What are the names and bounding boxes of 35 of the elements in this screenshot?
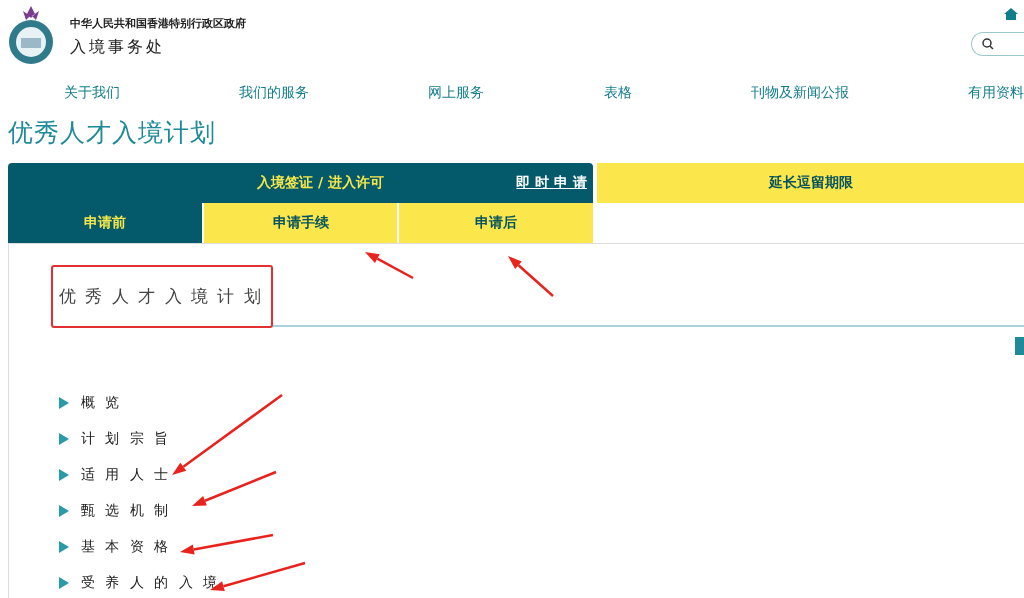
triangle-icon xyxy=(59,433,69,445)
list-link[interactable]: 受 养 人 的 入 境 xyxy=(59,573,1024,593)
subtab[interactable]: 申请后 xyxy=(397,203,593,243)
list-link[interactable]: 计 划 宗 旨 xyxy=(59,429,1024,449)
triangle-icon xyxy=(59,541,69,553)
triangle-icon xyxy=(59,469,69,481)
triangle-icon xyxy=(59,505,69,517)
triangle-icon xyxy=(59,577,69,589)
annotation-arrow xyxy=(365,252,414,280)
list-link[interactable]: 适 用 人 士 xyxy=(59,465,1024,485)
emblem-icon xyxy=(6,4,56,66)
triangle-icon xyxy=(59,397,69,409)
department-name: 入境事务处 xyxy=(70,37,166,58)
apply-link[interactable]: 即 时 申 请 xyxy=(516,174,587,192)
nav-link[interactable]: 我们的服务 xyxy=(239,84,310,102)
nav-link[interactable]: 有用资料 xyxy=(967,84,1024,102)
subtab[interactable]: 申请手续 xyxy=(201,203,398,243)
tab[interactable]: 入境签证 / 进入许可 即 时 申 请 xyxy=(8,163,593,203)
list-link[interactable]: 甄 选 机 制 xyxy=(59,501,1024,521)
nav-link[interactable]: 网上服务 xyxy=(428,84,485,102)
nav-link[interactable]: 关于我们 xyxy=(64,84,120,102)
tab-label: 延长逗留期限 xyxy=(768,174,853,192)
home-icon[interactable] xyxy=(1004,8,1018,20)
nav-link[interactable]: 刊物及新闻公报 xyxy=(750,84,849,102)
page-title: 优秀人才入境计划 xyxy=(8,117,217,149)
square-icon xyxy=(1015,337,1024,355)
tab[interactable]: 延长逗留期限 xyxy=(597,163,1024,203)
search-icon xyxy=(982,38,994,50)
list-link[interactable]: 概 览 xyxy=(59,393,1024,413)
list-link[interactable]: 基 本 资 格 xyxy=(59,537,1024,557)
government-name: 中华人民共和国香港特别行政区政府 xyxy=(70,16,247,31)
nav-link[interactable]: 表格 xyxy=(603,84,632,102)
tab-label: 入境签证 / 进入许可 xyxy=(257,174,384,192)
annotation-arrow xyxy=(508,256,554,297)
section-title: 优 秀 人 才 入 境 计 划 xyxy=(59,285,263,308)
